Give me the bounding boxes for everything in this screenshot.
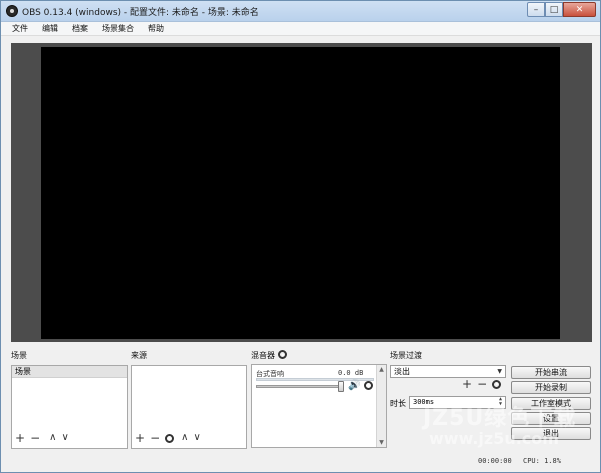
mixer-scrollbar[interactable]: ▲ ▼ — [376, 365, 386, 447]
scene-list-item[interactable]: 场景 — [12, 366, 127, 378]
preview-area[interactable] — [11, 43, 592, 342]
status-time: 00:00:00 — [478, 457, 512, 465]
start-streaming-button[interactable]: 开始串流 — [511, 366, 591, 379]
menu-file[interactable]: 文件 — [1, 22, 35, 35]
obs-logo-icon — [6, 5, 18, 17]
chevron-down-icon: ▼ — [497, 368, 502, 375]
menu-profile[interactable]: 档案 — [65, 22, 95, 35]
sources-title: 来源 — [131, 351, 147, 360]
window-title: OBS 0.13.4 (windows) - 配置文件: 未命名 - 场景: 未… — [22, 8, 259, 18]
close-button[interactable]: ✕ — [563, 2, 596, 17]
source-properties-gear-icon[interactable] — [165, 433, 175, 443]
mixer-settings-gear-icon[interactable] — [278, 350, 287, 359]
scroll-up-arrow-icon[interactable]: ▲ — [378, 366, 385, 373]
transition-select[interactable]: 淡出 ▼ — [390, 365, 506, 378]
scenes-title: 场景 — [11, 351, 27, 360]
remove-source-button[interactable]: − — [150, 432, 160, 444]
menu-bar: 文件 编辑 档案 场景集合 帮助 — [1, 22, 600, 36]
move-source-up-button[interactable]: ∧ — [181, 433, 188, 443]
watermark-text: JZ5U绿色下载 — [423, 406, 577, 431]
start-recording-button[interactable]: 开始录制 — [511, 381, 591, 394]
menu-edit[interactable]: 编辑 — [35, 22, 65, 35]
status-cpu: CPU: 1.8% — [523, 457, 561, 465]
watermark-url: www.jz5u.com — [429, 429, 559, 448]
move-scene-down-button[interactable]: ∨ — [61, 433, 68, 443]
transitions-title: 场景过渡 — [390, 351, 422, 360]
menu-help[interactable]: 帮助 — [141, 22, 171, 35]
status-bar: 00:00:00 CPU: 1.8% — [1, 453, 600, 472]
title-bar[interactable]: OBS 0.13.4 (windows) - 配置文件: 未命名 - 场景: 未… — [1, 1, 600, 22]
move-scene-up-button[interactable]: ∧ — [49, 433, 56, 443]
sources-toolbar: + − ∧ ∨ — [135, 432, 201, 444]
obs-main-window: OBS 0.13.4 (windows) - 配置文件: 未命名 - 场景: 未… — [0, 0, 601, 473]
mixer-db-value: 0.0 dB — [338, 369, 364, 377]
mixer-panel: 台式音响 0.0 dB 🔊 ▲ ▼ — [251, 364, 387, 448]
transition-properties-gear-icon[interactable] — [492, 379, 502, 389]
duration-label: 时长 — [390, 399, 406, 408]
remove-scene-button[interactable]: − — [30, 432, 40, 444]
remove-transition-button[interactable]: − — [477, 378, 487, 390]
scroll-down-arrow-icon[interactable]: ▼ — [378, 439, 385, 446]
move-source-down-button[interactable]: ∨ — [193, 433, 200, 443]
menu-scene-collection[interactable]: 场景集合 — [95, 22, 141, 35]
minimize-button[interactable]: – — [527, 2, 545, 17]
transition-selected-value: 淡出 — [394, 367, 410, 376]
add-transition-button[interactable]: + — [462, 378, 472, 390]
add-source-button[interactable]: + — [135, 432, 145, 444]
volume-slider-track[interactable] — [256, 385, 342, 388]
preview-canvas[interactable] — [41, 47, 560, 339]
mixer-channel: 台式音响 0.0 dB 🔊 — [254, 367, 376, 445]
scenes-toolbar: + − ∧ ∨ — [15, 432, 69, 444]
maximize-button[interactable]: □ — [545, 2, 563, 17]
mixer-channel-gear-icon[interactable] — [364, 381, 373, 390]
transitions-toolbar: + − — [462, 378, 502, 390]
volume-slider-thumb[interactable] — [338, 381, 344, 392]
speaker-icon[interactable]: 🔊 — [348, 380, 360, 391]
add-scene-button[interactable]: + — [15, 432, 25, 444]
mixer-title: 混音器 — [251, 351, 275, 360]
